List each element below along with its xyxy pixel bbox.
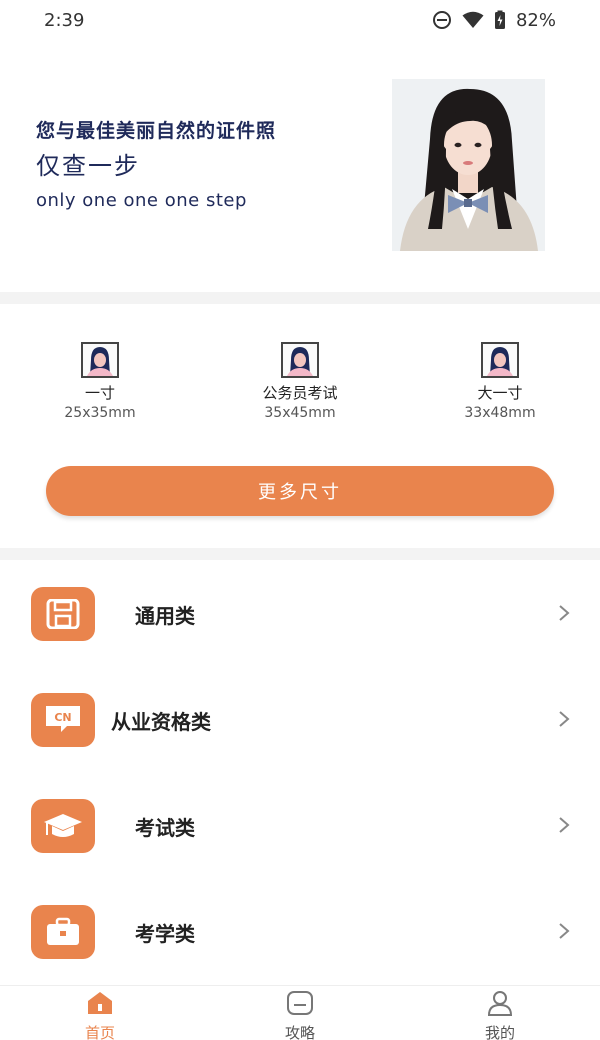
menu-item-study[interactable]: 考学类 [0, 878, 600, 984]
tab-mine[interactable]: 我的 [460, 990, 540, 1040]
tab-label: 首页 [84, 1024, 115, 1040]
menu-item-qualification[interactable]: CN 从业资格类 [0, 666, 600, 772]
user-profile-icon [487, 991, 513, 1016]
more-sizes-button[interactable]: 更多尺寸 [46, 466, 554, 516]
section-divider [0, 292, 600, 304]
guide-icon [287, 991, 313, 1015]
size-shortcuts: 一寸 25x35mm 公务员考试 35x45mm 大一寸 33x48mm 更多尺… [0, 304, 600, 548]
cn-badge-text: CN [54, 711, 71, 724]
id-photo-thumbnail-icon [281, 342, 319, 378]
tab-label: 我的 [484, 1024, 515, 1040]
menu-label: 考学类 [135, 922, 195, 946]
battery-icon [494, 10, 505, 29]
chevron-right-icon [559, 605, 570, 621]
size-dimensions: 25x35mm [64, 405, 136, 421]
size-dimensions: 35x45mm [264, 405, 336, 421]
tab-home[interactable]: 首页 [60, 990, 140, 1040]
size-name: 一寸 [84, 384, 115, 402]
tab-label: 攻略 [284, 1024, 315, 1040]
status-icons: 82% [432, 10, 556, 31]
status-bar: 2:39 82% [0, 0, 600, 40]
size-option[interactable]: 一寸 25x35mm [10, 342, 190, 421]
chevron-right-icon [559, 711, 570, 727]
menu-item-exam[interactable]: 考试类 [0, 772, 600, 878]
menu-label: 通用类 [135, 604, 195, 628]
home-icon [88, 992, 112, 1014]
chevron-right-icon [559, 923, 570, 939]
status-time: 2:39 [44, 9, 85, 31]
hero-title: 您与最佳美丽自然的证件照 [36, 120, 277, 142]
do-not-disturb-icon [432, 11, 451, 29]
sample-id-photo [392, 79, 545, 251]
size-name: 公务员考试 [262, 384, 338, 402]
size-dimensions: 33x48mm [464, 405, 536, 421]
bottom-tab-bar: 首页 攻略 我的 [0, 985, 600, 1040]
id-photo-thumbnail-icon [81, 342, 119, 378]
briefcase-icon [31, 905, 95, 959]
section-divider [0, 548, 600, 560]
hero-english-tagline: only one one one step [36, 190, 247, 211]
size-name: 大一寸 [477, 384, 523, 402]
size-option[interactable]: 大一寸 33x48mm [410, 342, 590, 421]
size-option[interactable]: 公务员考试 35x45mm [210, 342, 390, 421]
battery-percent: 82% [515, 9, 556, 31]
chevron-right-icon [559, 817, 570, 833]
menu-label: 从业资格类 [111, 710, 211, 734]
tab-guide[interactable]: 攻略 [260, 990, 340, 1040]
menu-label: 考试类 [135, 816, 195, 840]
menu-item-general[interactable]: 通用类 [0, 560, 600, 666]
graduation-cap-icon [31, 799, 95, 853]
hero-banner[interactable]: 您与最佳美丽自然的证件照 仅查一步 only one one one step [0, 40, 600, 290]
cn-badge-icon: CN [31, 693, 95, 747]
wifi-icon [462, 11, 484, 28]
floppy-disk-icon [31, 587, 95, 641]
hero-subtitle: 仅查一步 [36, 152, 140, 180]
id-photo-thumbnail-icon [481, 342, 519, 378]
